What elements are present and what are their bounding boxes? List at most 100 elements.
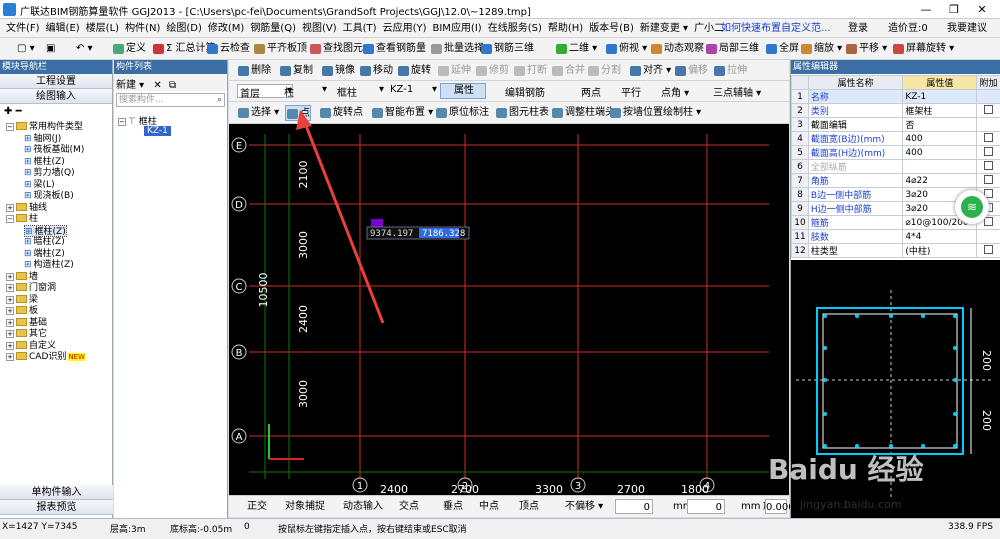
new-file-icon[interactable]: ▢ ▾ — [3, 41, 35, 57]
expander-icon[interactable]: − — [6, 123, 14, 131]
new-component-button[interactable]: 新建 ▾ — [116, 80, 144, 91]
toolbar-button-7[interactable]: 钢筋三维 — [480, 41, 534, 57]
tree-item-8[interactable]: − 柱 — [6, 213, 38, 225]
snap-item-3[interactable]: 交点 — [385, 499, 419, 515]
tree-item-0[interactable]: − 常用构件类型 — [6, 121, 83, 133]
toolbar-button-0[interactable]: 定义 — [112, 41, 146, 57]
prop-checkbox[interactable] — [984, 160, 994, 170]
property-row[interactable]: 5 截面高(H边)(mm) 400 — [791, 145, 1000, 160]
draw-button-4[interactable]: 原位标注 — [435, 105, 489, 121]
tree-item-12[interactable]: ⊞ 构造柱(Z) — [24, 259, 74, 271]
name-select[interactable]: KZ-1 ▾ — [387, 84, 437, 98]
edit-rebar-button[interactable]: 编辑钢筋 — [491, 84, 545, 99]
expander-icon[interactable]: + — [6, 318, 14, 327]
menu-item-12[interactable]: 帮助(H) — [545, 19, 586, 38]
tree-item-10[interactable]: ⊞ 暗柱(Z) — [24, 236, 65, 248]
draw-button-1[interactable]: 点 — [285, 105, 311, 121]
property-row[interactable]: 4 截面宽(B边)(mm) 400 — [791, 131, 1000, 146]
prop-value[interactable] — [902, 159, 978, 174]
draw-button-0[interactable]: 选择 ▾ — [237, 105, 279, 121]
tree-item-9[interactable]: ⊞ 框柱(Z) — [24, 224, 67, 237]
tip-link[interactable]: 如何快速布置自定义范... — [718, 19, 834, 38]
property-row[interactable]: 1 名称 KZ-1 — [791, 89, 1000, 104]
snap-item-7[interactable]: 不偏移 ▾ — [551, 499, 603, 515]
tree-item-16[interactable]: + 板 — [6, 305, 38, 317]
snap-item-1[interactable]: 对象捕捉 — [271, 499, 325, 515]
prop-extra[interactable] — [976, 103, 1000, 118]
toolbar-button-2[interactable]: 云检查 — [206, 41, 250, 57]
property-row[interactable]: 12 柱类型 (中柱) — [791, 243, 1000, 258]
expander-icon[interactable]: + — [6, 284, 14, 292]
tree-item-15[interactable]: + 梁 — [6, 294, 38, 306]
tree-item-17[interactable]: + 基础 — [6, 317, 47, 329]
prop-extra[interactable] — [976, 131, 1000, 146]
coord-x-value[interactable]: 9374.197 — [370, 229, 413, 239]
price-label[interactable]: 造价豆:0 — [885, 19, 931, 38]
tree-item-2[interactable]: ⊞ 筏板基础(M) — [24, 144, 84, 156]
toolbar-button-13[interactable]: 缩放 ▾ — [800, 41, 842, 57]
search-icon[interactable]: ⌕ — [217, 94, 222, 106]
login-button[interactable]: 登录 — [845, 19, 871, 38]
expander-icon[interactable]: + — [6, 272, 14, 281]
three-point-axis-button[interactable]: 三点辅轴 ▾ — [699, 84, 761, 99]
drawing-input-button[interactable]: 绘图输入 — [0, 89, 112, 104]
toolbar-button-10[interactable]: 动态观察 — [650, 41, 704, 57]
maximize-button[interactable]: ❐ — [940, 1, 968, 18]
expander-icon[interactable]: − — [6, 215, 14, 223]
snap-item-2[interactable]: 动态输入 — [329, 499, 383, 515]
type-select[interactable]: 框柱 ▾ — [334, 84, 384, 99]
toolbar-button-4[interactable]: 查找图元 — [309, 41, 363, 57]
menu-item-2[interactable]: 楼层(L) — [83, 19, 122, 38]
prop-extra[interactable] — [976, 117, 1000, 132]
prop-extra[interactable] — [976, 89, 1000, 104]
edit-button-10[interactable]: 对齐 ▾ — [629, 63, 671, 79]
prop-value[interactable]: (中柱) — [902, 243, 978, 258]
prop-checkbox[interactable] — [984, 104, 994, 114]
prop-checkbox[interactable] — [984, 132, 994, 142]
snap-item-4[interactable]: 垂点 — [429, 499, 463, 515]
menu-item-14[interactable]: 新建变更 ▾ — [637, 19, 691, 38]
expander-icon[interactable]: + — [6, 295, 14, 304]
menu-item-1[interactable]: 编辑(E) — [43, 19, 83, 38]
point-angle-button[interactable]: 点角 ▾ — [647, 84, 689, 99]
toolbar-button-5[interactable]: 查看钢筋量 — [362, 41, 426, 57]
edit-button-11[interactable]: 偏移 — [674, 63, 708, 79]
suggest-button[interactable]: 我要建议 — [944, 19, 990, 38]
prop-value[interactable]: 4⌀22 — [902, 173, 978, 188]
prop-extra[interactable] — [976, 243, 1000, 258]
minimize-button[interactable]: — — [912, 1, 940, 18]
edit-button-5[interactable]: 延伸 — [437, 63, 471, 79]
expander-icon[interactable]: + — [6, 330, 14, 338]
report-preview-button[interactable]: 报表预览 — [0, 500, 113, 515]
toolbar-button-15[interactable]: 屏幕旋转 ▾ — [892, 41, 954, 57]
toolbar-button-6[interactable]: 批量选择 — [430, 41, 484, 57]
undo-icon[interactable]: ↶ ▾ — [62, 41, 93, 57]
menu-item-9[interactable]: 云应用(Y) — [380, 19, 430, 38]
edit-button-9[interactable]: 分割 — [587, 63, 621, 79]
edit-button-12[interactable]: 拉伸 — [713, 63, 747, 79]
edit-button-4[interactable]: 旋转 — [397, 63, 431, 79]
prop-value[interactable]: 框架柱 — [902, 103, 978, 118]
menu-item-4[interactable]: 绘图(D) — [163, 19, 205, 38]
copy-icon[interactable]: ⧉ — [169, 80, 176, 91]
component-item-kz1[interactable]: KZ-1 — [144, 126, 171, 136]
menu-item-0[interactable]: 文件(F) — [3, 19, 43, 38]
tree-item-20[interactable]: + CAD识别 NEW — [6, 351, 85, 363]
snap-item-6[interactable]: 顶点 — [505, 499, 539, 515]
delete-icon[interactable]: ✕ — [153, 80, 161, 91]
menu-item-11[interactable]: 在线服务(S) — [485, 19, 545, 38]
toolbar-button-8[interactable]: 二维 ▾ — [555, 41, 597, 57]
expander-icon[interactable]: + — [6, 353, 14, 361]
parallel-button[interactable]: 平行 — [607, 84, 641, 99]
snap-item-11[interactable]: 0 — [687, 499, 725, 514]
prop-checkbox[interactable] — [984, 216, 994, 226]
draw-button-5[interactable]: 图元柱表 — [495, 105, 549, 121]
edit-button-6[interactable]: 修剪 — [475, 63, 509, 79]
component-search-input[interactable]: 搜索构件... ⌕ — [116, 93, 225, 107]
tree-item-13[interactable]: + 墙 — [6, 271, 38, 283]
draw-button-3[interactable]: 智能布置 ▾ — [371, 105, 433, 121]
property-row[interactable]: 11 肢数 4*4 — [791, 229, 1000, 244]
menu-item-3[interactable]: 构件(N) — [122, 19, 163, 38]
save-icon[interactable]: ▣ — [32, 41, 55, 57]
prop-value[interactable]: 否 — [902, 117, 978, 132]
